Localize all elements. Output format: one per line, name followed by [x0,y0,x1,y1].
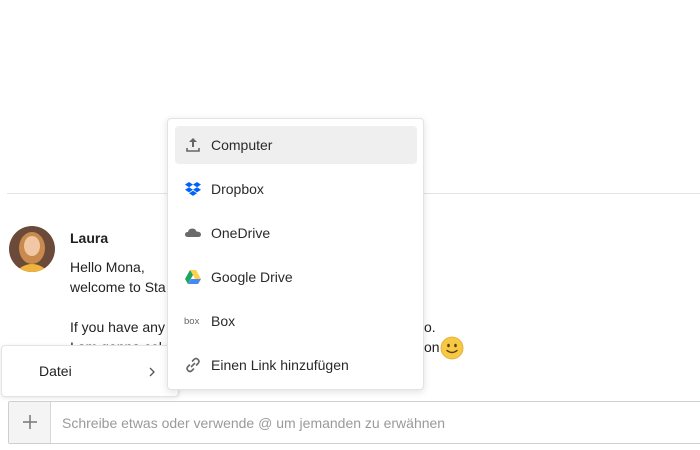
svg-text:box: box [184,316,200,327]
source-item-label: Einen Link hinzufügen [211,357,349,373]
source-item-label: Computer [211,137,273,153]
menu-item-datei[interactable]: Datei [2,354,178,390]
box-icon: box [184,316,200,327]
source-item-computer[interactable]: Computer [175,126,417,164]
source-item-link[interactable]: Einen Link hinzufügen [175,346,417,384]
google-drive-icon [185,270,201,284]
attach-menu: Datei [1,345,179,397]
menu-item-label: Datei [39,363,72,379]
source-item-label: Dropbox [211,181,264,197]
message-line-tail: o. [424,319,436,335]
message-line: If you have any [70,319,165,335]
source-item-google-drive[interactable]: Google Drive [175,258,417,296]
source-item-label: Google Drive [211,269,293,285]
upload-icon [186,138,200,152]
source-item-box[interactable]: box Box [175,302,417,340]
user-avatar-photo-icon [9,226,55,272]
source-item-dropbox[interactable]: Dropbox [175,170,417,208]
chevron-right-icon [149,367,155,377]
message-input[interactable] [52,402,700,443]
source-item-label: OneDrive [211,225,271,241]
source-item-label: Box [211,313,236,329]
message-sender: Laura [70,230,109,246]
avatar[interactable] [9,226,55,272]
message-line-tail: on [424,339,440,355]
message-line: Hello Mona, [70,259,145,275]
source-item-onedrive[interactable]: OneDrive [175,214,417,252]
onedrive-icon [185,228,201,237]
file-source-dropdown: Computer Dropbox OneDrive Google Drive b… [167,118,424,390]
message-line: welcome to Sta [70,279,166,295]
dropbox-icon [185,182,201,196]
add-attachment-button[interactable] [9,402,51,443]
message-composer [8,401,700,444]
link-icon [186,357,200,373]
slightly-smiling-face-icon [440,336,464,360]
plus-icon [23,415,37,429]
